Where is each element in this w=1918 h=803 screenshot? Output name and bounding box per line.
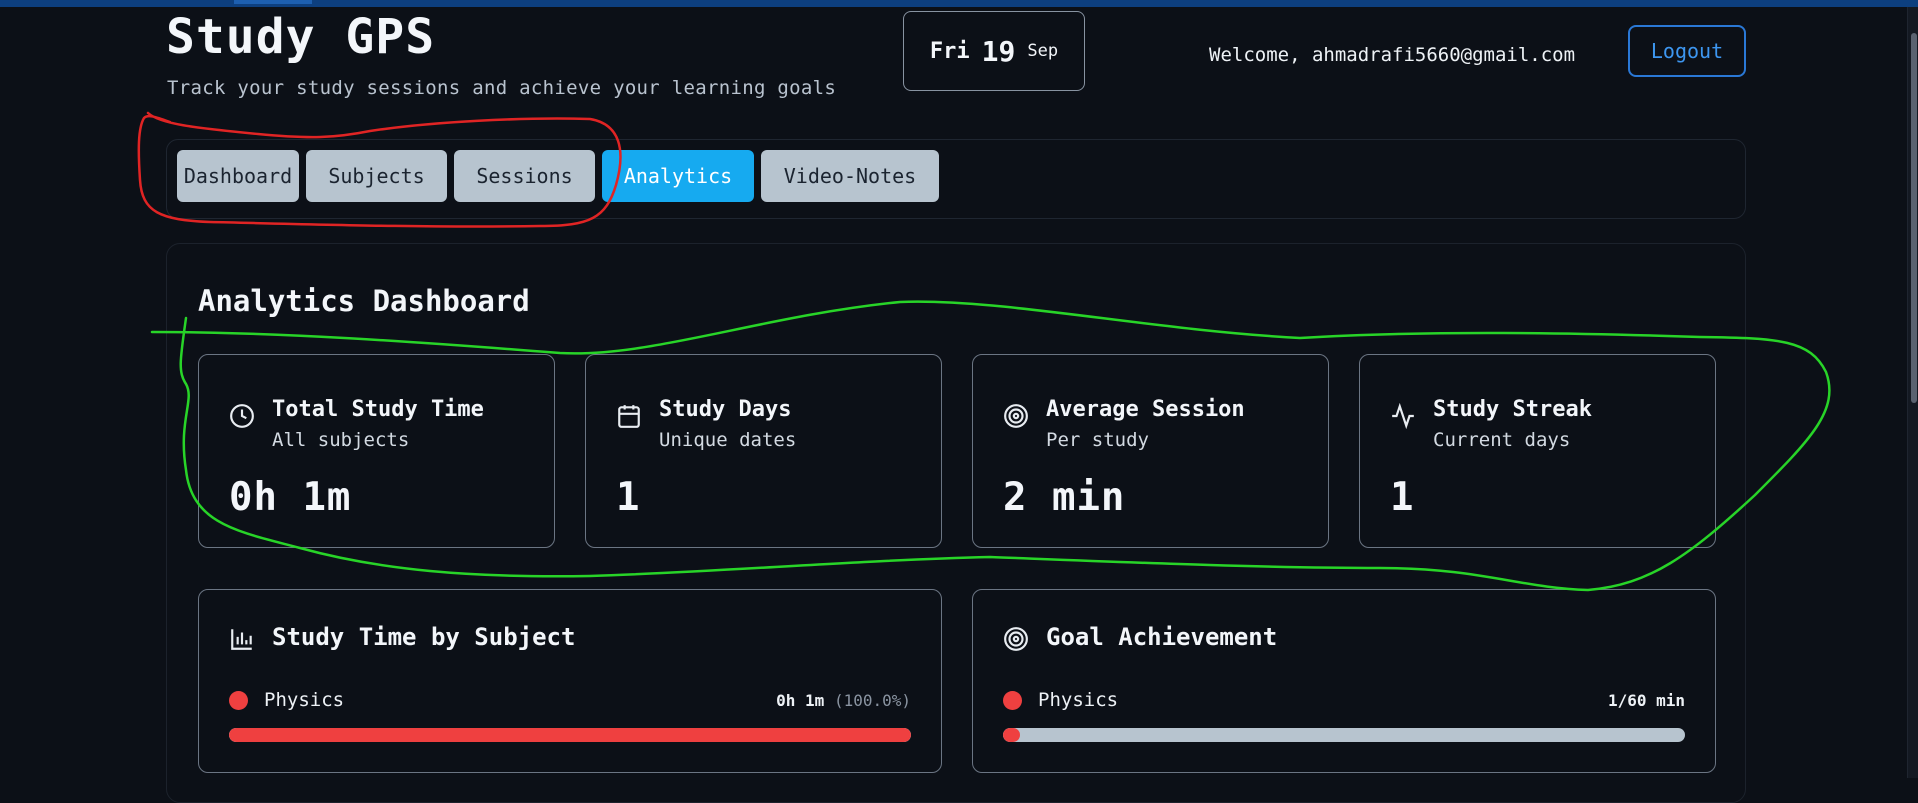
bar-chart-icon: [231, 629, 252, 650]
study-time-by-subject-card: Study Time by Subject Physics 0h 1m (100…: [198, 589, 942, 773]
date-weekday: Fri: [929, 38, 970, 64]
date-day: 19: [981, 34, 1016, 68]
main-nav: Dashboard Subjects Sessions Analytics Vi…: [166, 139, 1746, 219]
browser-tab-indicator: [234, 0, 312, 4]
stat-value: 0h 1m: [229, 475, 352, 520]
analytics-title: Analytics Dashboard: [198, 284, 530, 318]
goal-color-dot: [1003, 691, 1022, 710]
goal-progress-text: 1/60 min: [1607, 691, 1685, 710]
stat-card-study-streak: Study Streak Current days 1: [1359, 354, 1716, 548]
stat-subtext: Per study: [1046, 429, 1149, 451]
logout-button[interactable]: Logout: [1628, 25, 1746, 77]
stat-label: Average Session: [1046, 397, 1245, 422]
subject-color-dot: [229, 691, 248, 710]
goal-achievement-card: Goal Achievement Physics 1/60 min: [972, 589, 1716, 773]
app-subtitle: Track your study sessions and achieve yo…: [167, 77, 837, 99]
card-title: Goal Achievement: [1046, 623, 1278, 651]
stat-label: Study Streak: [1433, 397, 1592, 422]
app-title: Study GPS: [166, 9, 436, 65]
stat-card-study-days: Study Days Unique dates 1: [585, 354, 942, 548]
stat-card-average-session: Average Session Per study 2 min: [972, 354, 1329, 548]
browser-top-bar: [0, 0, 1918, 7]
date-month: Sep: [1027, 41, 1059, 61]
stat-label: Study Days: [659, 397, 792, 422]
tab-dashboard[interactable]: Dashboard: [177, 150, 299, 202]
goal-progress-bar: [1003, 728, 1685, 742]
scrollbar-thumb[interactable]: [1911, 33, 1917, 403]
scrollbar[interactable]: [1907, 7, 1918, 778]
activity-icon: [1392, 403, 1414, 429]
analytics-panel: Analytics Dashboard Total Study Time All…: [166, 243, 1746, 803]
tab-subjects[interactable]: Subjects: [306, 150, 447, 202]
stat-card-total-time: Total Study Time All subjects 0h 1m: [198, 354, 555, 548]
subject-name: Physics: [264, 689, 345, 711]
subject-time: 0h 1m (100.0%): [776, 691, 911, 710]
stat-label: Total Study Time: [272, 397, 484, 422]
card-title: Study Time by Subject: [272, 623, 576, 651]
stat-subtext: Unique dates: [659, 429, 797, 451]
tab-sessions[interactable]: Sessions: [454, 150, 595, 202]
stat-value: 1: [616, 475, 641, 520]
calendar-icon: [618, 405, 640, 428]
tab-analytics[interactable]: Analytics: [602, 150, 754, 202]
clock-icon: [230, 404, 254, 428]
target-icon: [1004, 627, 1028, 651]
subject-progress-fill: [229, 728, 911, 742]
date-display: Fri 19 Sep: [903, 11, 1085, 91]
stat-value: 1: [1390, 475, 1415, 520]
stat-subtext: Current days: [1433, 429, 1571, 451]
subject-progress-bar: [229, 728, 911, 742]
goal-progress-fill: [1003, 728, 1021, 742]
welcome-text: Welcome, ahmadrafi5660@gmail.com: [1209, 44, 1576, 66]
target-icon: [1004, 404, 1028, 428]
subject-time-value: 0h 1m: [776, 691, 825, 710]
stat-value: 2 min: [1003, 475, 1126, 520]
goal-subject-name: Physics: [1038, 689, 1119, 711]
subject-percent: (100.0%): [833, 691, 911, 710]
stat-subtext: All subjects: [272, 429, 410, 451]
tab-video-notes[interactable]: Video-Notes: [761, 150, 939, 202]
app-container: Study GPS Track your study sessions and …: [166, 7, 1746, 803]
